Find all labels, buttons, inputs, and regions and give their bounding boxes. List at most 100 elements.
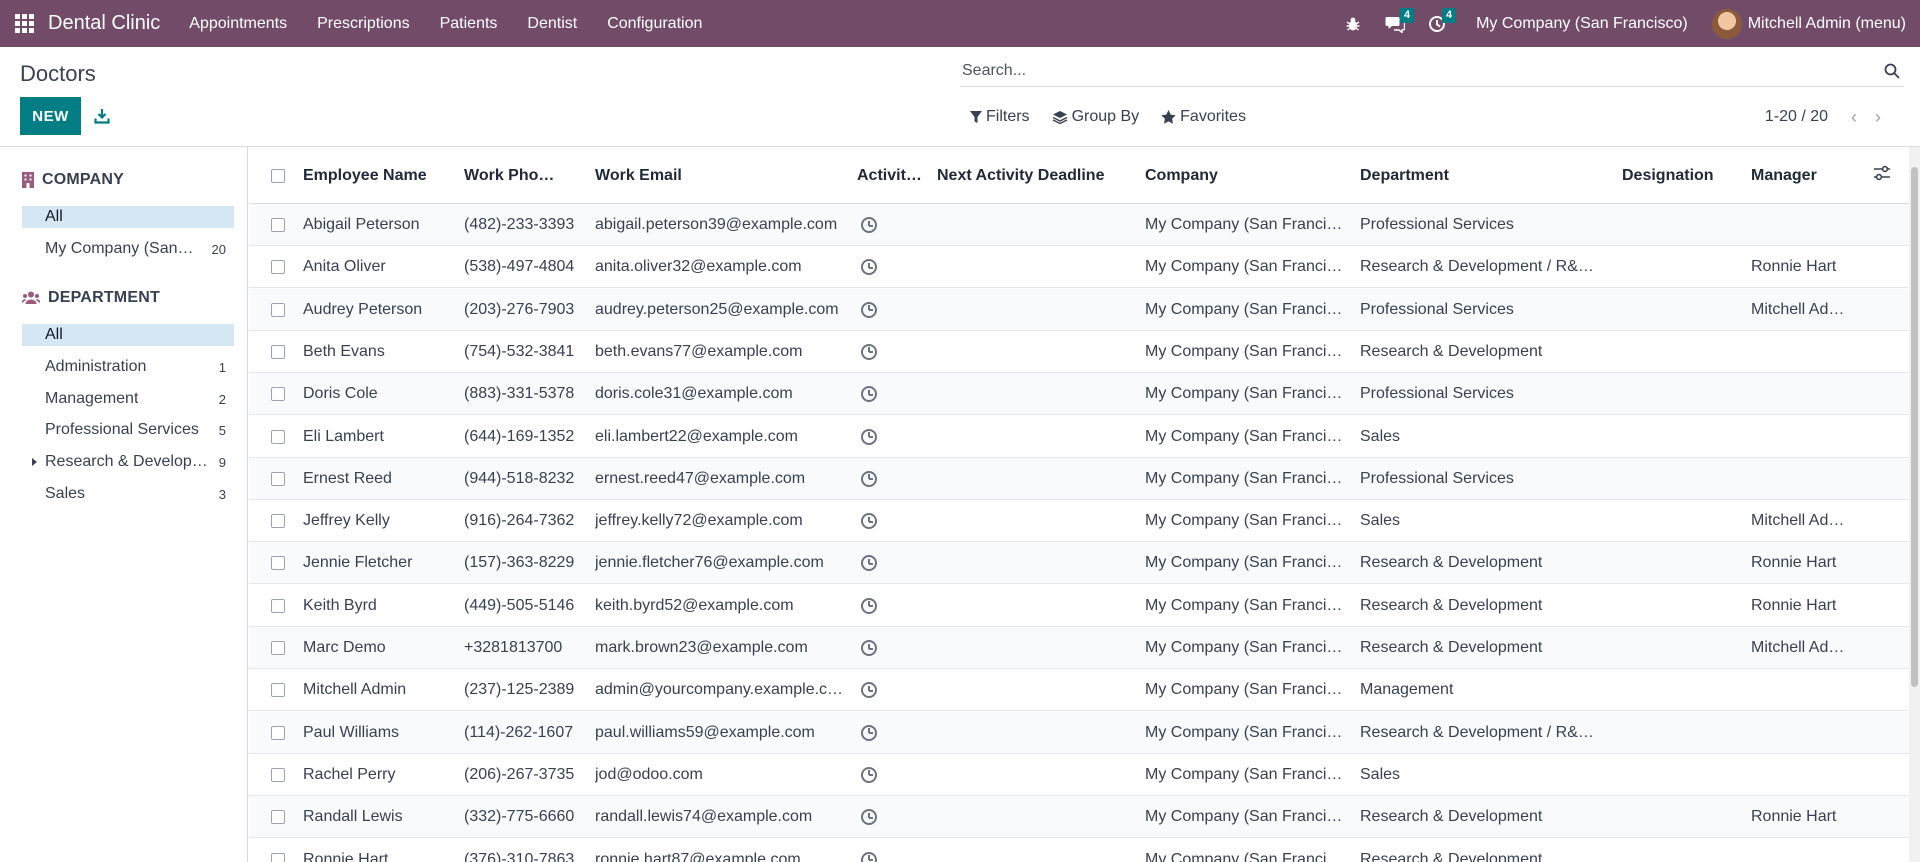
pager-next-icon[interactable]: › (1866, 107, 1890, 128)
row-checkbox[interactable] (271, 387, 285, 402)
column-department[interactable]: Department (1360, 147, 1600, 204)
table-row[interactable]: Rachel Perry (206)-267-3735 jod@odoo.com My… (249, 754, 1909, 796)
row-checkbox-cell[interactable] (271, 458, 291, 500)
table-row[interactable]: Jennie Fletcher (157)-363-8229 jennie.flet… (249, 542, 1909, 585)
table-row[interactable]: Abigail Peterson (482)-233-3393 abigail.pe… (249, 204, 1909, 246)
row-checkbox[interactable] (271, 344, 285, 359)
table-row[interactable]: Paul Williams (114)-262-1607 paul.williams… (249, 711, 1909, 754)
row-checkbox-cell[interactable] (271, 500, 291, 542)
row-checkbox-cell[interactable] (271, 373, 291, 415)
filters-button[interactable]: Filters (970, 108, 1030, 126)
new-button[interactable]: NEW (20, 97, 81, 135)
activity-clock-icon[interactable] (861, 724, 877, 741)
column-designation[interactable]: Designation (1622, 147, 1714, 204)
app-brand[interactable]: Dental Clinic (48, 12, 160, 35)
table-row[interactable]: Mitchell Admin (237)-125-2389 admin@yourco… (249, 669, 1909, 712)
user-menu[interactable]: Mitchell Admin (menu) (1711, 8, 1920, 39)
table-scrollbar[interactable] (1909, 147, 1920, 862)
menu-prescriptions[interactable]: Prescriptions (302, 15, 424, 33)
row-checkbox-cell[interactable] (271, 754, 291, 796)
activities-cell[interactable] (861, 373, 885, 415)
row-checkbox[interactable] (271, 598, 285, 613)
row-checkbox-cell[interactable] (271, 246, 291, 288)
row-checkbox-cell[interactable] (271, 289, 291, 331)
apps-menu-icon[interactable] (0, 0, 48, 47)
activities-cell[interactable] (861, 796, 885, 838)
group-by-button[interactable]: Group By (1052, 108, 1139, 126)
row-checkbox[interactable] (271, 514, 285, 529)
table-row[interactable]: Ronnie Hart (376)-310-7863 ronnie.hart87@e… (249, 839, 1909, 862)
table-row[interactable]: Eli Lambert (644)-169-1352 eli.lambert22@e… (249, 416, 1909, 458)
table-row[interactable]: Randall Lewis (332)-775-6660 randall.lewis… (249, 796, 1909, 839)
row-checkbox[interactable] (271, 725, 285, 740)
activities-cell[interactable] (861, 500, 885, 542)
row-checkbox-cell[interactable] (271, 542, 291, 584)
search-icon[interactable] (1880, 63, 1904, 79)
scrollbar-thumb[interactable] (1911, 167, 1918, 687)
row-checkbox[interactable] (271, 683, 285, 698)
menu-configuration[interactable]: Configuration (592, 15, 717, 33)
activity-clock-icon[interactable] (861, 217, 877, 233)
company-switcher[interactable]: My Company (San Francisco) (1458, 15, 1712, 33)
sidebar-department-management[interactable]: Management 2 (22, 388, 234, 410)
activities-cell[interactable] (861, 289, 885, 331)
column-activities[interactable]: Activities (857, 147, 923, 204)
row-checkbox[interactable] (271, 852, 285, 862)
select-all-checkbox[interactable] (271, 168, 285, 183)
activity-clock-icon[interactable] (861, 766, 877, 783)
activities-cell[interactable] (861, 331, 885, 373)
activities-cell[interactable] (861, 839, 885, 862)
activity-clock-icon[interactable] (861, 682, 877, 699)
row-checkbox-cell[interactable] (271, 627, 291, 669)
activity-clock-icon[interactable] (861, 513, 877, 530)
sidebar-department-professional-services[interactable]: Professional Services 5 (22, 419, 234, 441)
row-checkbox-cell[interactable] (271, 204, 291, 246)
activity-clock-icon[interactable] (861, 428, 877, 445)
row-checkbox[interactable] (271, 218, 285, 232)
debug-bug-icon[interactable] (1332, 0, 1374, 47)
table-row[interactable]: Keith Byrd (449)-505-5146 keith.byrd52@exa… (249, 585, 1909, 627)
column-company[interactable]: Company (1145, 147, 1345, 204)
row-checkbox-cell[interactable] (271, 331, 291, 373)
activities-cell[interactable] (861, 754, 885, 796)
sidebar-department-all[interactable]: All (22, 324, 234, 346)
row-checkbox[interactable] (271, 429, 285, 444)
activities-cell[interactable] (861, 627, 885, 669)
activities-cell[interactable] (861, 712, 885, 754)
row-checkbox-cell[interactable] (271, 585, 291, 627)
select-all-checkbox-cell[interactable] (271, 147, 291, 204)
row-checkbox[interactable] (271, 641, 285, 655)
column-employee-name[interactable]: Employee Name (303, 147, 431, 204)
activities-cell[interactable] (861, 585, 885, 627)
table-row[interactable]: Audrey Peterson (203)-276-7903 audrey.pete… (249, 288, 1909, 331)
menu-appointments[interactable]: Appointments (174, 15, 302, 33)
sidebar-company-my-company[interactable]: My Company (San Francisco) 20 (22, 238, 234, 260)
row-checkbox[interactable] (271, 302, 285, 317)
pager-previous-icon[interactable]: ‹ (1842, 107, 1866, 128)
activities-clock-icon[interactable]: 4 (1416, 0, 1458, 47)
activity-clock-icon[interactable] (861, 640, 877, 656)
row-checkbox[interactable] (271, 471, 285, 486)
expand-caret-icon[interactable] (32, 458, 37, 466)
column-next-activity-deadline[interactable]: Next Activity Deadline (937, 147, 1113, 204)
row-checkbox[interactable] (271, 556, 285, 571)
column-work-phone[interactable]: Work Phone (464, 147, 556, 204)
row-checkbox[interactable] (271, 767, 285, 782)
row-checkbox-cell[interactable] (271, 796, 291, 838)
activity-clock-icon[interactable] (861, 386, 877, 403)
table-row[interactable]: Beth Evans (754)-532-3841 beth.evans77@exa… (249, 331, 1909, 373)
menu-dentist[interactable]: Dentist (512, 15, 592, 33)
activities-cell[interactable] (861, 204, 885, 246)
pager-value[interactable]: 1-20 / 20 (1765, 108, 1828, 126)
activity-clock-icon[interactable] (861, 851, 877, 862)
row-checkbox[interactable] (271, 260, 285, 275)
row-checkbox[interactable] (271, 810, 285, 825)
activity-clock-icon[interactable] (861, 470, 877, 487)
row-checkbox-cell[interactable] (271, 416, 291, 458)
favorites-button[interactable]: Favorites (1161, 108, 1246, 126)
column-manager[interactable]: Manager (1751, 147, 1871, 204)
table-row[interactable]: Marc Demo +3281813700 mark.brown23@example… (249, 627, 1909, 669)
table-row[interactable]: Ernest Reed (944)-518-8232 ernest.reed47@e… (249, 457, 1909, 500)
activity-clock-icon[interactable] (861, 809, 877, 826)
messages-icon[interactable]: 4 (1374, 0, 1416, 47)
